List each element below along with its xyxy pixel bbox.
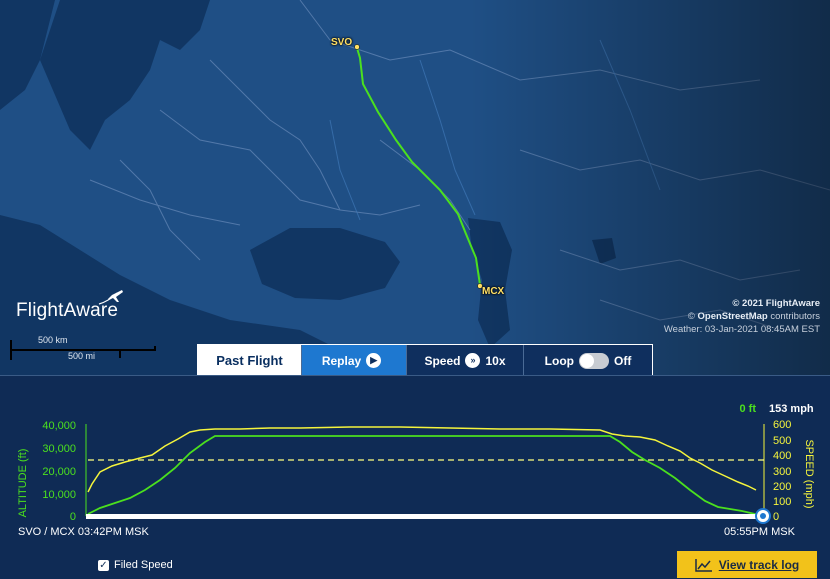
checkbox-icon[interactable]: ✓ (98, 559, 109, 571)
copyright-text: © 2021 FlightAware (732, 298, 820, 309)
altitude-tick: 20,000 (42, 466, 76, 478)
destination-label[interactable]: MCX (482, 286, 504, 297)
altitude-axis-title: ALTITUDE (ft) (17, 449, 29, 518)
view-track-log-label: View track log (718, 557, 800, 572)
play-icon: ▶ (366, 353, 382, 368)
flight-map[interactable]: SVO MCX FlightAware 500 km 500 mi © 2021… (0, 0, 830, 375)
fast-forward-icon: » (465, 353, 481, 368)
progress-track (86, 514, 764, 519)
altitude-tick: 40,000 (42, 420, 76, 432)
replay-controls: Past Flight Replay ▶ Speed » 10x Loop Of… (197, 344, 653, 375)
flight-start-time: SVO / MCX 03:42PM MSK (18, 526, 149, 538)
speed-tick: 400 (773, 450, 791, 462)
osm-link[interactable]: OpenStreetMap (698, 311, 768, 322)
osm-prefix: © (687, 311, 695, 322)
map-scale: 500 km 500 mi (10, 335, 156, 366)
speed-tick: 500 (773, 435, 791, 447)
flightaware-logo: FlightAware (16, 300, 119, 321)
speed-axis-title: SPEED (mph) (803, 439, 815, 508)
speed-button[interactable]: Speed » 10x (407, 345, 524, 375)
flight-end-time: 05:55PM MSK (724, 526, 795, 538)
loop-label: Loop (544, 353, 574, 368)
speed-value: 10x (485, 353, 506, 368)
filed-speed-toggle[interactable]: ✓ Filed Speed (98, 559, 173, 571)
speed-tick: 100 (773, 496, 791, 508)
chart-icon (695, 558, 712, 572)
altitude-line (87, 435, 761, 518)
current-speed: 153 mph (769, 403, 814, 415)
flight-profile-panel: ALTITUDE (ft) SPEED (mph) 0 ft 153 mph 4… (0, 375, 830, 579)
filed-speed-label: Filed Speed (114, 559, 173, 571)
replay-label: Replay (321, 353, 362, 368)
altitude-tick: 10,000 (42, 489, 76, 501)
speed-tick: 600 (773, 419, 791, 431)
origin-dot (354, 44, 360, 50)
speed-tick: 0 (773, 511, 779, 523)
loop-control[interactable]: Loop Off (524, 345, 652, 375)
scale-mi-label: 500 mi (68, 351, 96, 361)
speed-label: Speed (424, 353, 461, 368)
scale-km-label: 500 km (38, 335, 68, 345)
loop-toggle[interactable] (579, 352, 609, 369)
past-flight-label: Past Flight (216, 353, 283, 368)
speed-tick: 300 (773, 466, 791, 478)
altitude-tick: 0 (70, 511, 76, 523)
altitude-speed-chart[interactable]: ALTITUDE (ft) SPEED (mph) 0 ft 153 mph 4… (0, 376, 830, 526)
altitude-tick: 30,000 (42, 443, 76, 455)
osm-suffix: contributors (770, 311, 820, 322)
past-flight-tab[interactable]: Past Flight (198, 345, 302, 375)
loop-state: Off (614, 353, 632, 368)
current-altitude: 0 ft (740, 403, 757, 415)
weather-timestamp: Weather: 03-Jan-2021 08:45AM EST (663, 324, 820, 335)
replay-button[interactable]: Replay ▶ (302, 345, 407, 375)
origin-label[interactable]: SVO (331, 37, 352, 48)
view-track-log-button[interactable]: View track log (677, 551, 817, 578)
map-credits: © 2021 FlightAware © OpenStreetMap contr… (664, 297, 820, 336)
speed-tick: 200 (773, 481, 791, 493)
